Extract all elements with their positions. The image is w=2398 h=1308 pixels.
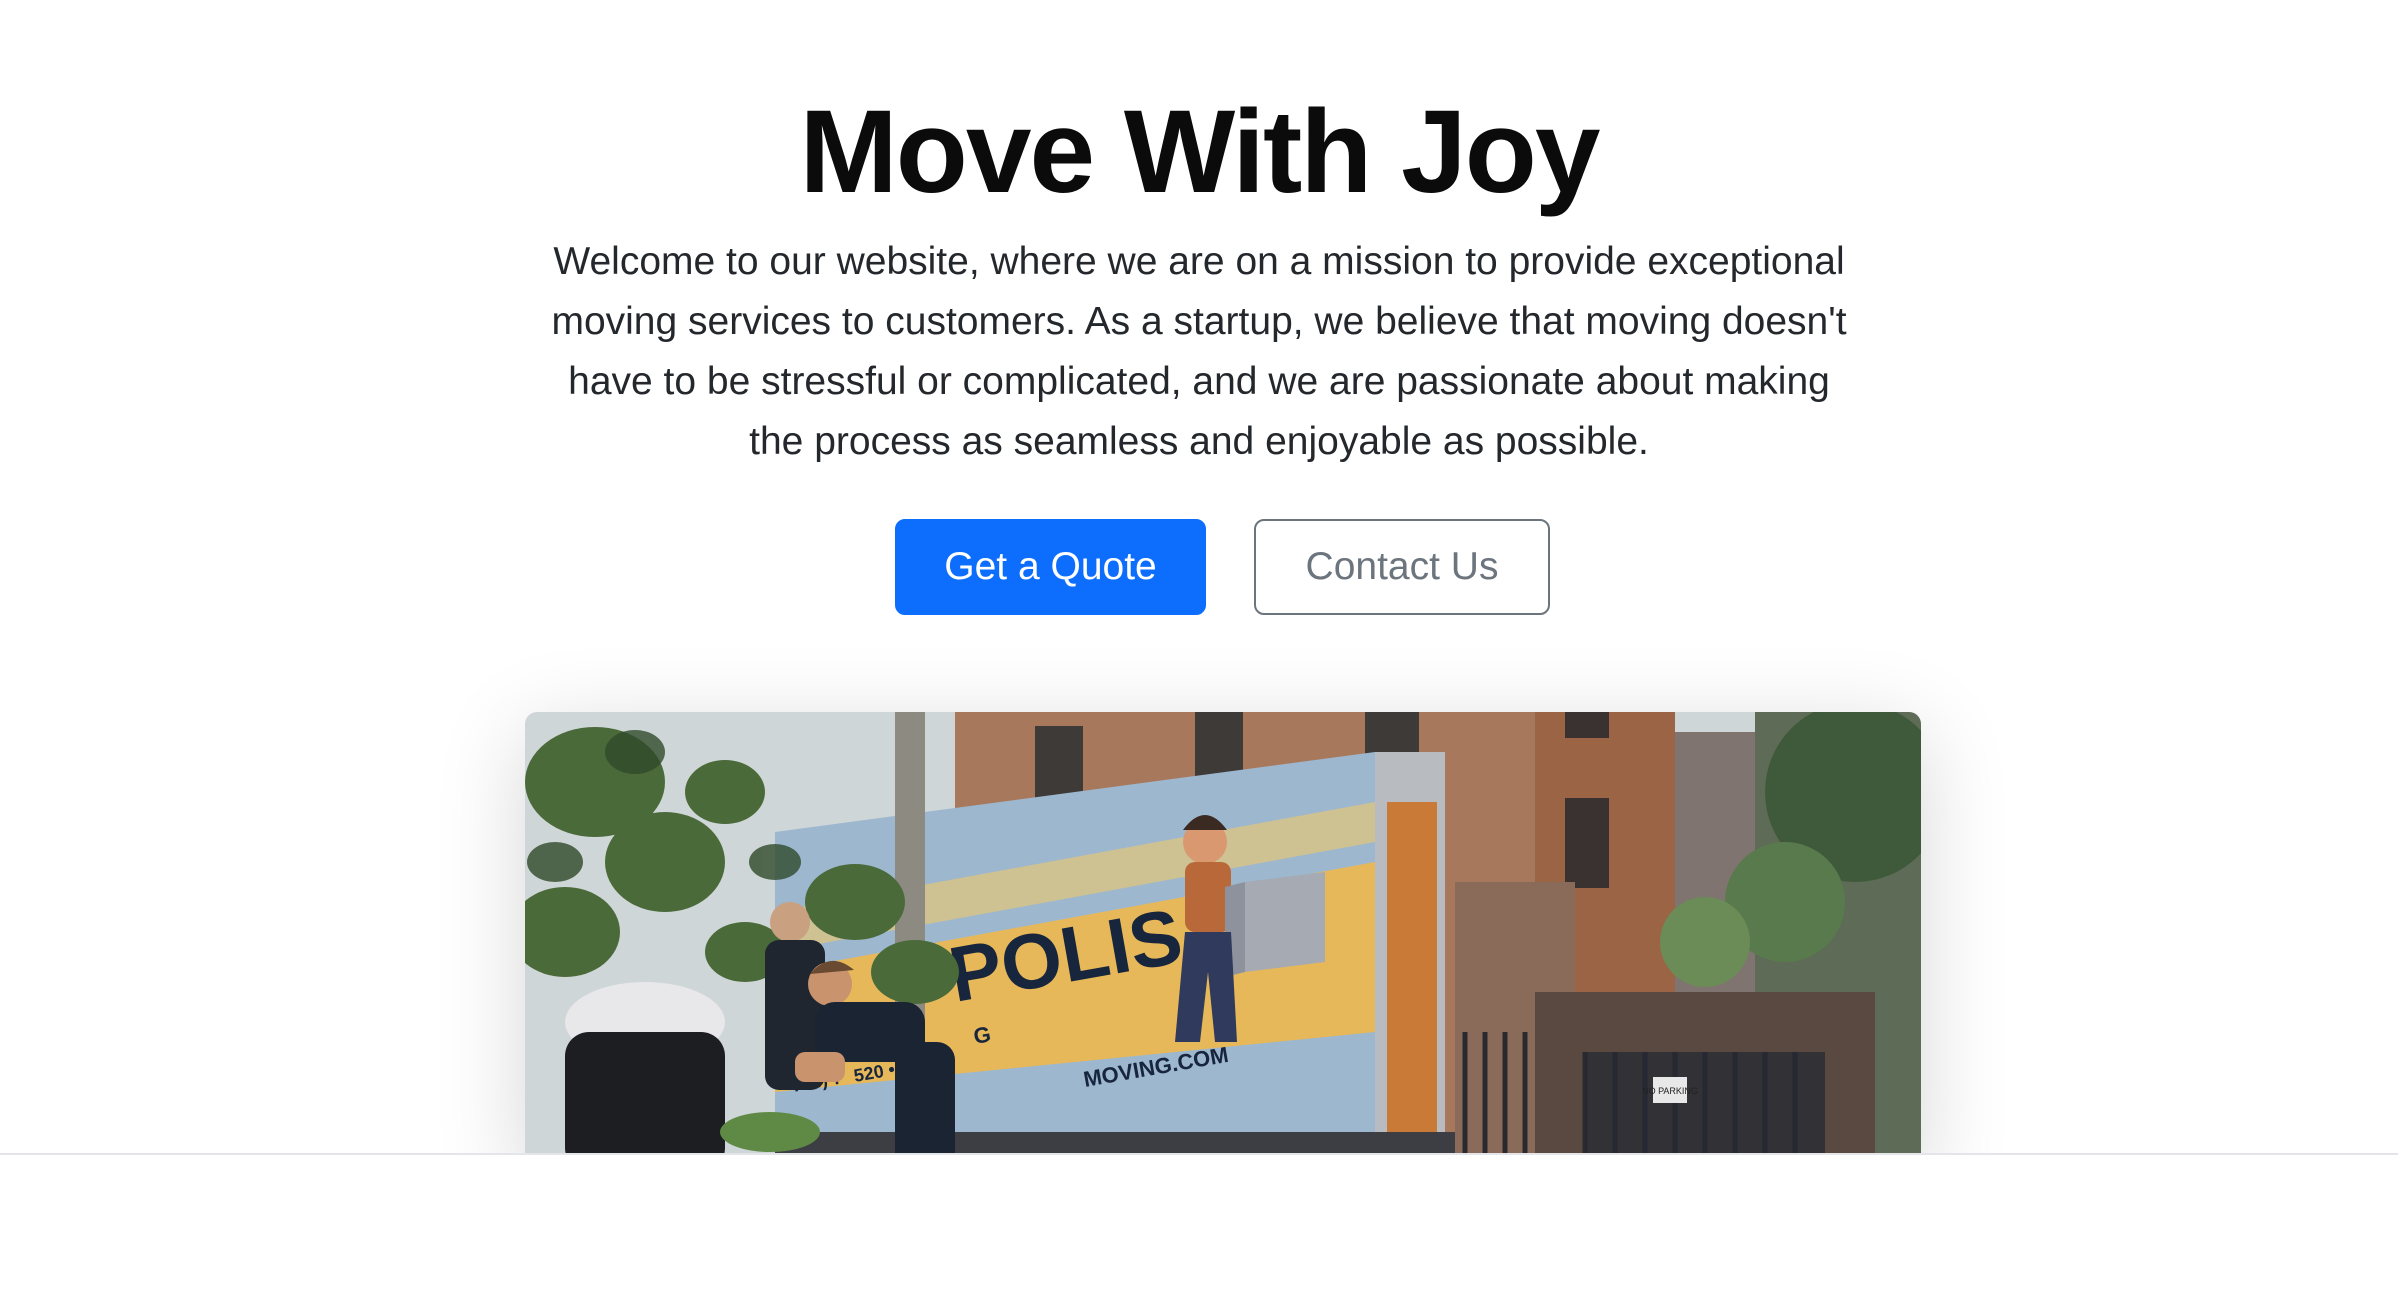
page-title: Move With Joy (799, 86, 1600, 218)
get-quote-button[interactable]: Get a Quote (895, 519, 1206, 615)
moving-truck-photo: NO PARKING POLIS G 718) 7 520 • MOVING.C… (525, 712, 1921, 1154)
bottom-section (0, 1153, 2398, 1308)
hero-lead-text: Welcome to our website, where we are on … (551, 240, 1847, 463)
hero-image: NO PARKING POLIS G 718) 7 520 • MOVING.C… (525, 712, 1921, 1154)
no-parking-sign: NO PARKING (1642, 1086, 1698, 1096)
contact-us-button[interactable]: Contact Us (1254, 519, 1550, 615)
hero-section: Move With Joy Welcome to our website, wh… (0, 0, 2398, 1154)
